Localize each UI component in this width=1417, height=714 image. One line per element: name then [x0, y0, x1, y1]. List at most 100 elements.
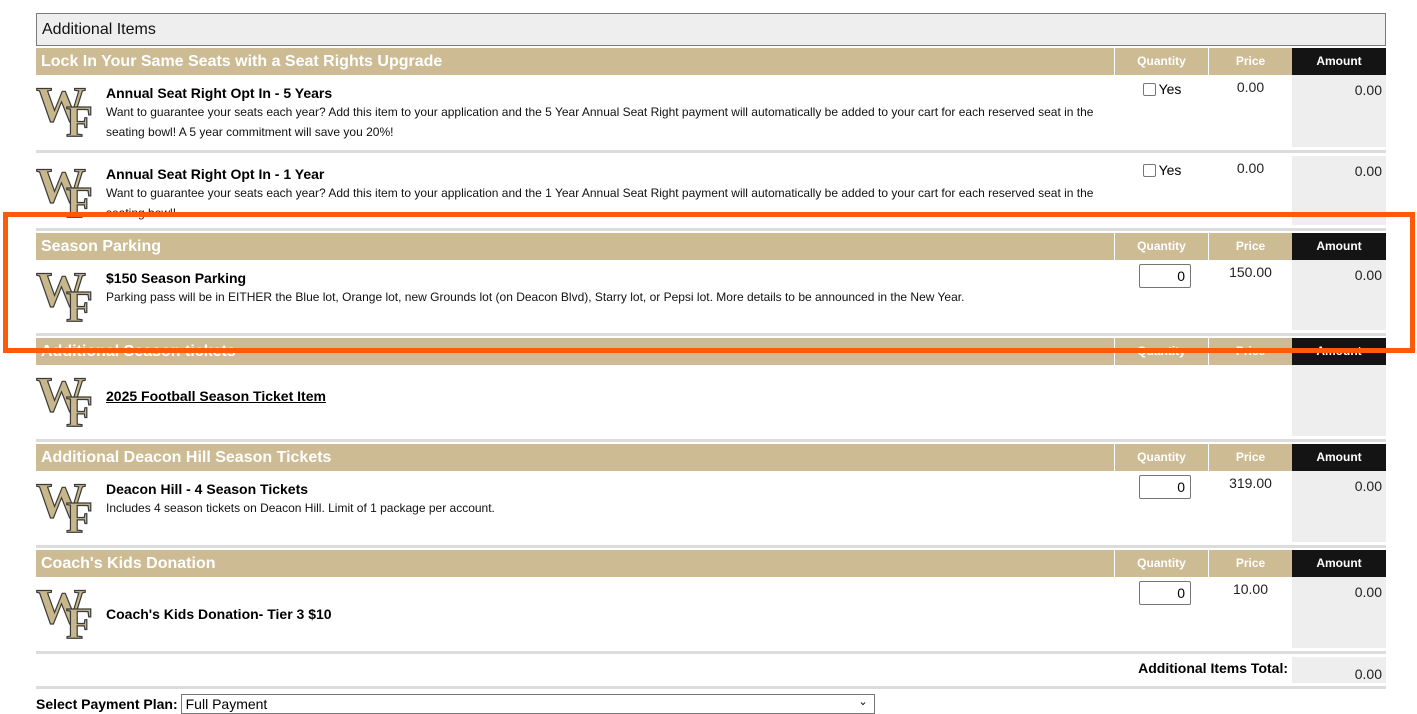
svg-text:F: F [66, 178, 93, 220]
checkbox-label: Yes [1158, 81, 1182, 97]
section-title: Additional Items [36, 13, 1386, 46]
quantity-input[interactable]: 0 [1139, 264, 1191, 288]
amount-column-header: Amount [1292, 233, 1386, 260]
item-description: Want to guarantee your seats each year? … [106, 105, 1094, 139]
row-divider [36, 333, 1386, 336]
amount-column-header: Amount [1292, 550, 1386, 577]
chevron-down-icon: ⌄ [858, 696, 868, 708]
item-description-cell: WF Deacon Hill - 4 Season Tickets Includ… [35, 471, 1115, 542]
item-row: WF Coach's Kids Donation- Tier 3 $10 0 1… [35, 577, 1386, 649]
wf-logo-icon: WF [35, 260, 106, 331]
item-name: Annual Seat Right Opt In - 5 Years [106, 85, 333, 101]
item-price: 10.00 [1232, 581, 1269, 597]
quantity-input[interactable]: 0 [1139, 475, 1191, 499]
group-header: Additional Deacon Hill Season Tickets Qu… [36, 444, 1386, 471]
svg-text:F: F [66, 97, 93, 139]
row-divider [36, 150, 1386, 153]
opt-in-checkbox[interactable]: Yes [1142, 81, 1182, 97]
item-group: Additional Season tickets Quantity Price… [35, 338, 1386, 442]
group-title: Additional Deacon Hill Season Tickets [36, 444, 1115, 471]
item-name: $150 Season Parking [106, 270, 247, 286]
quantity-cell [1115, 365, 1209, 436]
group-title: Coach's Kids Donation [36, 550, 1115, 577]
row-divider [36, 228, 1386, 231]
price-column-header: Price [1209, 444, 1292, 471]
total-row: Additional Items Total: 0.00 [36, 654, 1386, 684]
price-column-header: Price [1209, 550, 1292, 577]
wf-logo-icon: WF [35, 365, 106, 436]
item-row: WF Annual Seat Right Opt In - 1 Year Wan… [36, 156, 1386, 225]
quantity-cell: Yes [1115, 156, 1209, 225]
quantity-cell: 0 [1115, 471, 1209, 542]
item-description-cell: WF Annual Seat Right Opt In - 1 Year Wan… [36, 156, 1115, 225]
quantity-input[interactable]: 0 [1139, 581, 1191, 605]
price-column-header: Price [1209, 338, 1292, 365]
group-title: Lock In Your Same Seats with a Seat Righ… [36, 48, 1115, 75]
item-description: Want to guarantee your seats each year? … [106, 186, 1094, 220]
quantity-cell: 0 [1115, 577, 1209, 648]
item-name: Annual Seat Right Opt In - 1 Year [106, 166, 325, 182]
wf-logo-icon: WF [35, 471, 106, 542]
item-name: Deacon Hill - 4 Season Tickets [106, 481, 309, 497]
row-divider [36, 439, 1386, 442]
item-description-cell: WF Coach's Kids Donation- Tier 3 $10 [35, 577, 1115, 648]
group-header: Lock In Your Same Seats with a Seat Righ… [36, 48, 1386, 75]
payment-plan-select[interactable]: Full Payment ⌄ [180, 694, 875, 714]
svg-text:F: F [66, 599, 93, 641]
checkbox-label: Yes [1158, 162, 1182, 178]
checkbox-box[interactable] [1142, 163, 1156, 177]
item-description-cell: WF Annual Seat Right Opt In - 5 Years Wa… [35, 75, 1115, 147]
item-description: Includes 4 season tickets on Deacon Hill… [106, 501, 495, 515]
svg-text:F: F [66, 282, 93, 324]
group-header: Additional Season tickets Quantity Price… [36, 338, 1386, 365]
payment-plan-selected: Full Payment [185, 696, 268, 712]
price-column-header: Price [1209, 233, 1292, 260]
item-row: WF 2025 Football Season Ticket Item [35, 365, 1386, 437]
item-amount: 0.00 [1292, 260, 1386, 330]
item-group: Lock In Your Same Seats with a Seat Righ… [35, 48, 1386, 231]
svg-text:F: F [66, 493, 93, 535]
item-group: Season Parking Quantity Price Amount WF … [35, 233, 1386, 336]
total-label: Additional Items Total: [1138, 660, 1288, 676]
item-name: Coach's Kids Donation- Tier 3 $10 [106, 606, 332, 622]
item-amount: 0.00 [1292, 471, 1386, 542]
item-row: WF $150 Season Parking Parking pass will… [35, 260, 1386, 332]
item-amount [1292, 365, 1386, 436]
item-description-cell: WF $150 Season Parking Parking pass will… [35, 260, 1115, 331]
item-amount: 0.00 [1292, 75, 1386, 147]
amount-column-header: Amount [1292, 444, 1386, 471]
item-row: WF Deacon Hill - 4 Season Tickets Includ… [35, 471, 1386, 543]
item-price: 0.00 [1236, 79, 1265, 95]
item-group: Additional Deacon Hill Season Tickets Qu… [35, 444, 1386, 548]
quantity-column-header: Quantity [1115, 444, 1209, 471]
quantity-column-header: Quantity [1115, 338, 1209, 365]
total-value: 0.00 [1292, 657, 1386, 683]
payment-plan-label: Select Payment Plan: [36, 696, 178, 712]
item-name-link[interactable]: 2025 Football Season Ticket Item [106, 388, 326, 404]
amount-column-header: Amount [1292, 48, 1386, 75]
payment-plan-row: Select Payment Plan: Full Payment ⌄ [36, 694, 1386, 714]
item-price [1209, 365, 1292, 436]
quantity-column-header: Quantity [1115, 550, 1209, 577]
group-header: Coach's Kids Donation Quantity Price Amo… [36, 550, 1386, 577]
checkbox-box[interactable] [1142, 82, 1156, 96]
quantity-column-header: Quantity [1115, 233, 1209, 260]
row-divider [36, 686, 1386, 689]
item-description-cell: WF 2025 Football Season Ticket Item [35, 365, 1115, 436]
amount-column-header: Amount [1292, 338, 1386, 365]
wf-logo-icon: WF [35, 577, 106, 648]
item-amount: 0.00 [1292, 156, 1386, 225]
row-divider [36, 545, 1386, 548]
item-price: 150.00 [1229, 264, 1272, 280]
item-price: 0.00 [1236, 160, 1265, 176]
group-header: Season Parking Quantity Price Amount [36, 233, 1386, 260]
group-title: Additional Season tickets [36, 338, 1115, 365]
svg-text:F: F [66, 387, 93, 429]
quantity-cell: 0 [1115, 260, 1209, 330]
item-description: Parking pass will be in EITHER the Blue … [106, 290, 965, 304]
wf-logo-icon: WF [36, 156, 106, 225]
opt-in-checkbox[interactable]: Yes [1142, 162, 1182, 178]
additional-items-panel: Additional Items Lock In Your Same Seats… [35, 13, 1386, 714]
item-price: 319.00 [1229, 475, 1272, 491]
item-row: WF Annual Seat Right Opt In - 5 Years Wa… [35, 75, 1386, 147]
